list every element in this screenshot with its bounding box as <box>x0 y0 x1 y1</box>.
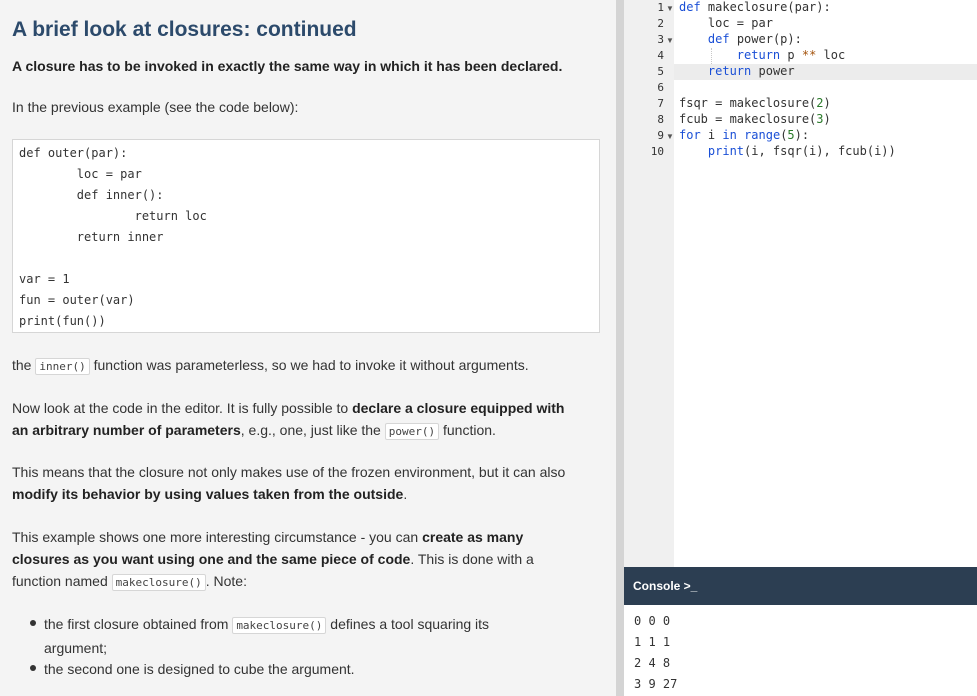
code-line: return loc <box>19 209 207 223</box>
paragraph-inner: the inner() function was parameterless, … <box>12 357 529 375</box>
line-number: 4 <box>657 49 664 62</box>
code-line: loc = par <box>19 167 142 181</box>
editor-line-9: for i in range(5): <box>679 128 810 142</box>
bullet-dot <box>30 665 36 671</box>
editor-gutter: 1 2 3 4 5 6 7 8 9 10 ▼ ▼ ▼ <box>624 0 674 567</box>
line-number: 7 <box>657 97 664 110</box>
console-output-line: 3 9 27 <box>634 677 678 691</box>
code-line: fun = outer(var) <box>19 293 135 307</box>
active-line-highlight <box>624 64 977 80</box>
lead-text: A closure has to be invoked in exactly t… <box>12 58 563 74</box>
line-number: 5 <box>657 65 664 78</box>
console-output-line: 1 1 1 <box>634 635 671 649</box>
editor-line-4: return p ** loc <box>736 48 846 62</box>
console-output-line: 2 4 8 <box>634 656 671 670</box>
fold-arrow-icon[interactable]: ▼ <box>666 132 674 141</box>
line-number: 8 <box>657 113 664 126</box>
code-line: var = 1 <box>19 272 70 286</box>
paragraph-parameters: Now look at the code in the editor. It i… <box>12 400 565 440</box>
line-number: 1 <box>657 1 664 14</box>
inline-code: power() <box>384 423 440 440</box>
paragraph-many-closures: This example shows one more interesting … <box>12 529 534 591</box>
example-code-block: def outer(par): loc = par def inner(): r… <box>12 139 600 333</box>
console-title: Console >_ <box>633 579 698 593</box>
line-number: 3 <box>657 33 664 46</box>
editor-line-10: print(i, fsqr(i), fcub(i)) <box>707 144 896 158</box>
line-number: 2 <box>657 17 664 30</box>
list-item: the second one is designed to cube the a… <box>44 661 355 677</box>
bullet-dot <box>30 620 36 626</box>
code-line: return inner <box>19 230 164 244</box>
console-output-line: 0 0 0 <box>634 614 671 628</box>
editor-line-1: def makeclosure(par): <box>679 0 831 14</box>
code-line: def inner(): <box>19 188 164 202</box>
console-header: Console >_ <box>624 567 977 605</box>
editor-line-5: return power <box>707 64 795 78</box>
list-item: the first closure obtained from makeclos… <box>44 616 490 656</box>
intro-text: In the previous example (see the code be… <box>12 99 299 115</box>
editor-line-7: fsqr = makeclosure(2) <box>679 96 831 110</box>
editor-line-3: def power(p): <box>707 32 802 46</box>
fold-arrow-icon[interactable]: ▼ <box>666 36 674 45</box>
editor-line-8: fcub = makeclosure(3) <box>679 112 831 126</box>
editor-line-2: loc = par <box>679 16 773 30</box>
page-title: A brief look at closures: continued <box>12 18 357 41</box>
inline-code: inner() <box>35 358 90 375</box>
code-editor[interactable]: 1 2 3 4 5 6 7 8 9 10 ▼ ▼ ▼ def makeclosu… <box>624 0 977 567</box>
console-panel: Console >_ 0 0 0 1 1 1 2 4 8 3 9 27 <box>624 567 977 696</box>
code-line: def outer(par): <box>19 146 128 160</box>
line-number: 6 <box>657 81 664 94</box>
lesson-panel: A brief look at closures: continued A cl… <box>0 0 616 696</box>
fold-arrow-icon[interactable]: ▼ <box>666 4 674 13</box>
inline-code: makeclosure() <box>232 617 327 634</box>
line-number: 9 <box>657 129 664 142</box>
line-number: 10 <box>650 145 664 158</box>
code-line: print(fun()) <box>19 314 106 328</box>
paragraph-modify: This means that the closure not only mak… <box>12 464 566 502</box>
panel-splitter[interactable] <box>616 0 624 696</box>
inline-code: makeclosure() <box>111 574 206 591</box>
